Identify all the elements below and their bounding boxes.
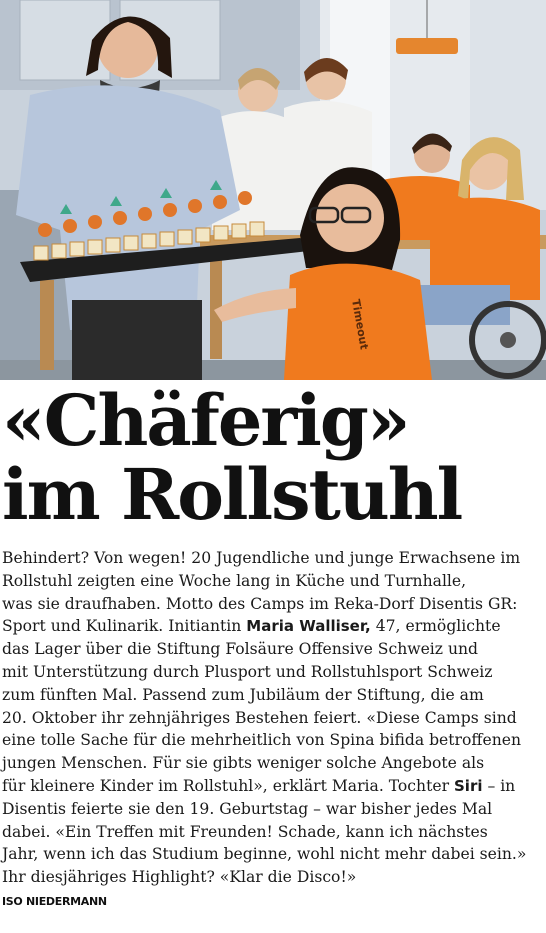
body-line: 20. Oktober ihr zehnjähriges Bestehen fe… [2, 708, 517, 727]
body-line: Behindert? Von wegen! 20 Jugendliche und… [2, 549, 521, 567]
body-line: eine tolle Sache für die mehrheitlich vo… [2, 731, 522, 750]
body-line: Jahr, wenn ich das Studium beginne, wohl… [2, 845, 527, 864]
body-line: Rollstuhl zeigten eine Woche lang in Küc… [2, 571, 467, 590]
person-name-siri: Siri [454, 776, 483, 795]
body-line: Sport und Kulinarik. Initiantin Maria Wa… [2, 615, 544, 638]
article-body: Behindert? Von wegen! 20 Jugendliche und… [2, 547, 544, 889]
article-headline: «Chäferig» im Rollstuhl [2, 384, 542, 532]
person-name-maria: Maria Walliser, [246, 617, 371, 636]
body-text-run: 47, ermöglichte [370, 617, 501, 636]
body-line: das Lager über die Stiftung Folsäure Off… [2, 640, 479, 659]
body-line: dabei. «Ein Treffen mit Freunden! Schade… [2, 822, 488, 841]
body-line: mit Unterstützung durch Plusport und Rol… [2, 662, 493, 681]
body-line: Disentis feierte sie den 19. Geburtstag … [2, 799, 493, 818]
body-line: jungen Menschen. Für sie gibts weniger s… [2, 754, 485, 773]
body-line: für kleinere Kinder im Rollstuhl», erklä… [2, 775, 544, 798]
body-text-run: für kleinere Kinder im Rollstuhl», erklä… [2, 776, 454, 795]
headline-line-2: im Rollstuhl [2, 453, 463, 536]
body-line: zum fünften Mal. Passend zum Jubiläum de… [2, 685, 484, 704]
body-text-run: Sport und Kulinarik. Initiantin [2, 617, 247, 636]
body-text-run: – in [482, 776, 516, 795]
article-photo: Timeout [0, 0, 546, 380]
photo-illustration: Timeout [0, 0, 546, 380]
photo-credit: ISO NIEDERMANN [2, 895, 107, 908]
body-line: Ihr diesjähriges Highlight? «Klar die Di… [2, 868, 357, 887]
body-line: was sie draufhaben. Motto des Camps im R… [2, 594, 518, 613]
headline-line-1: «Chäferig» [2, 379, 411, 462]
